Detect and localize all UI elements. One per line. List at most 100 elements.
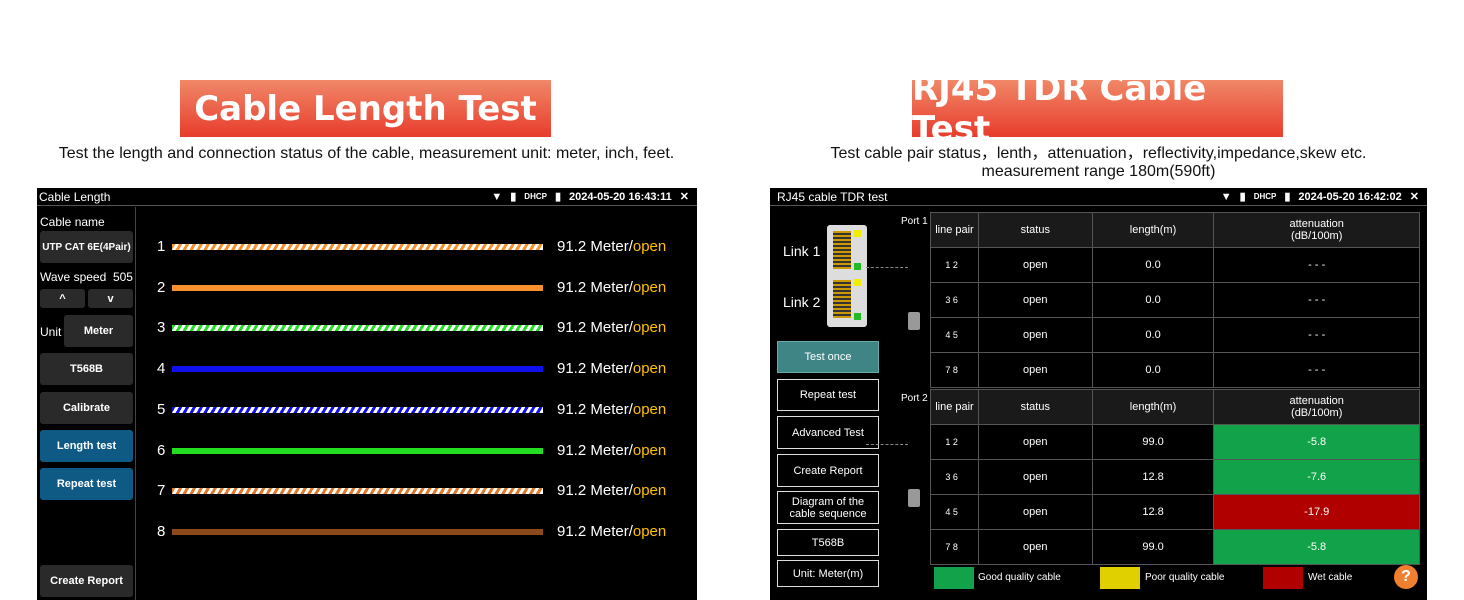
button-2[interactable]: Advanced Test bbox=[777, 416, 879, 449]
wave-speed-label: Wave speed 505 bbox=[40, 270, 133, 284]
length-cell: 0.0 bbox=[1091, 317, 1215, 353]
calibrate-button[interactable]: Calibrate bbox=[40, 392, 133, 424]
button-0[interactable]: Test once bbox=[777, 341, 879, 373]
legend-swatch bbox=[1100, 567, 1140, 589]
table-row: 7 8 open 0.0- - - bbox=[930, 352, 1420, 388]
wire-line-6 bbox=[172, 447, 543, 454]
wave-speed-text: Wave speed bbox=[40, 270, 107, 284]
button-3[interactable]: Create Report bbox=[777, 454, 879, 487]
attenuation-cell: - - - bbox=[1213, 317, 1420, 353]
table-row: 3 6 open 0.0- - - bbox=[930, 282, 1420, 318]
status-cell: open bbox=[977, 282, 1093, 318]
title-bar: Cable Length ▼ ▮ DHCP ▮ 2024-05-20 16:43:11 ✕ bbox=[37, 188, 697, 206]
line-number: 8 bbox=[157, 522, 166, 540]
column-header: attenuation (dB/100m) bbox=[1213, 389, 1420, 425]
line-measurement: 91.2 Meter/open bbox=[557, 360, 666, 377]
line-length: 91.2 Meter/ bbox=[557, 400, 633, 418]
length-cell: 99.0 bbox=[1091, 424, 1215, 460]
wire-line-5 bbox=[172, 406, 543, 413]
port-1-table: line pair status length(m) attenuation (dB/… bbox=[930, 212, 1420, 388]
line-length: 91.2 Meter/ bbox=[557, 522, 633, 540]
line-measurement: 91.2 Meter/open bbox=[557, 319, 666, 336]
dhcp-icon: DHCP bbox=[1253, 192, 1277, 201]
line-status: open bbox=[632, 482, 667, 500]
legend-label: Wet cable bbox=[1308, 572, 1353, 583]
attenuation-cell: - - - bbox=[1213, 352, 1420, 388]
sd-card-icon: ▮ bbox=[1239, 191, 1246, 203]
line-number: 3 bbox=[157, 319, 166, 337]
pair-cell: 7 8 bbox=[930, 352, 979, 388]
line-number: 5 bbox=[157, 400, 166, 418]
length-test-button[interactable]: Length test bbox=[40, 430, 133, 462]
battery-icon: ▮ bbox=[1284, 191, 1291, 203]
column-header: status bbox=[977, 212, 1093, 248]
status-cell: open bbox=[977, 352, 1093, 388]
t568b-button[interactable]: T568B bbox=[40, 353, 133, 385]
line-measurement: 91.2 Meter/open bbox=[557, 279, 666, 296]
cable-connector-icon bbox=[908, 312, 920, 330]
unit-button[interactable]: Meter bbox=[64, 315, 133, 347]
left-subtitle: Test the length and connection status of… bbox=[58, 145, 675, 162]
line-length: 91.2 Meter/ bbox=[557, 319, 633, 337]
line-number: 1 bbox=[157, 238, 166, 255]
button-1[interactable]: Repeat test bbox=[777, 379, 879, 411]
pair-cell: 1 2 bbox=[930, 424, 979, 460]
button-5[interactable]: T568B bbox=[777, 529, 879, 556]
status-cell: open bbox=[977, 424, 1093, 460]
right-banner: RJ45 TDR Cable Test bbox=[912, 69, 1283, 149]
right-subtitle-2: measurement range 180m(590ft) bbox=[981, 163, 1216, 180]
line-length: 91.2 Meter/ bbox=[557, 441, 633, 459]
cable-connector-icon bbox=[908, 489, 920, 507]
cable-name-button[interactable]: UTP CAT 6E(4Pair) bbox=[40, 231, 133, 263]
port-2-table: line pair status length(m) attenuation (dB/… bbox=[930, 389, 1420, 565]
close-icon[interactable]: ✕ bbox=[680, 188, 689, 205]
line-length: 91.2 Meter/ bbox=[557, 278, 633, 296]
column-header: length(m) bbox=[1091, 212, 1215, 248]
line-number: 2 bbox=[157, 278, 166, 296]
button-4[interactable]: Diagram of the cable sequence bbox=[777, 491, 879, 524]
attenuation-cell: -5.8 bbox=[1213, 424, 1420, 460]
screen-title: Cable Length bbox=[39, 190, 111, 204]
legend-swatch bbox=[1263, 567, 1303, 589]
link-1-label: Link 1 bbox=[783, 243, 821, 259]
repeat-test-button[interactable]: Repeat test bbox=[40, 468, 133, 500]
line-measurement: 91.2 Meter/open bbox=[557, 523, 666, 540]
close-icon[interactable]: ✕ bbox=[1410, 188, 1419, 205]
wire-line-2 bbox=[172, 284, 543, 291]
port-label: Port 2 bbox=[901, 393, 928, 404]
dhcp-icon: DHCP bbox=[524, 192, 547, 201]
screen-title: RJ45 cable TDR test bbox=[777, 190, 888, 204]
wifi-icon: ▼ bbox=[491, 191, 503, 203]
length-cell: 12.8 bbox=[1091, 459, 1215, 495]
wire-line-4 bbox=[172, 366, 543, 373]
legend-label: Poor quality cable bbox=[1145, 572, 1225, 583]
link-2-label: Link 2 bbox=[783, 294, 821, 310]
length-cell: 99.0 bbox=[1091, 529, 1215, 565]
column-header: status bbox=[977, 389, 1093, 425]
attenuation-cell: -17.9 bbox=[1213, 494, 1420, 530]
table-row: 1 2 open 0.0- - - bbox=[930, 247, 1420, 283]
datetime: 2024-05-20 16:42:02 bbox=[1298, 191, 1402, 203]
table-row: 4 5 open 12.8 -17.9 bbox=[930, 494, 1420, 530]
line-length: 91.2 Meter/ bbox=[557, 238, 633, 255]
wire-line-8 bbox=[172, 528, 543, 535]
length-cell: 0.0 bbox=[1091, 352, 1215, 388]
column-header: length(m) bbox=[1091, 389, 1215, 425]
wave-speed-down-button[interactable]: v bbox=[88, 289, 133, 308]
right-subtitle-1: Test cable pair status，lenth，attenuation… bbox=[830, 145, 1367, 162]
column-header: line pair bbox=[930, 212, 979, 248]
wire-line-1 bbox=[172, 244, 543, 250]
pair-cell: 3 6 bbox=[930, 282, 979, 318]
create-report-button[interactable]: Create Report bbox=[40, 565, 133, 597]
pair-cell: 4 5 bbox=[930, 317, 979, 353]
line-status: open bbox=[632, 278, 667, 296]
line-status: open bbox=[632, 400, 667, 418]
wave-speed-up-button[interactable]: ^ bbox=[40, 289, 85, 308]
unit-label: Unit bbox=[40, 325, 62, 339]
button-6[interactable]: Unit: Meter(m) bbox=[777, 560, 879, 587]
attenuation-cell: -7.6 bbox=[1213, 459, 1420, 495]
column-header: attenuation (dB/100m) bbox=[1213, 212, 1420, 248]
status-cell: open bbox=[977, 317, 1093, 353]
help-icon[interactable]: ? bbox=[1394, 565, 1418, 589]
line-status: open bbox=[632, 238, 667, 255]
